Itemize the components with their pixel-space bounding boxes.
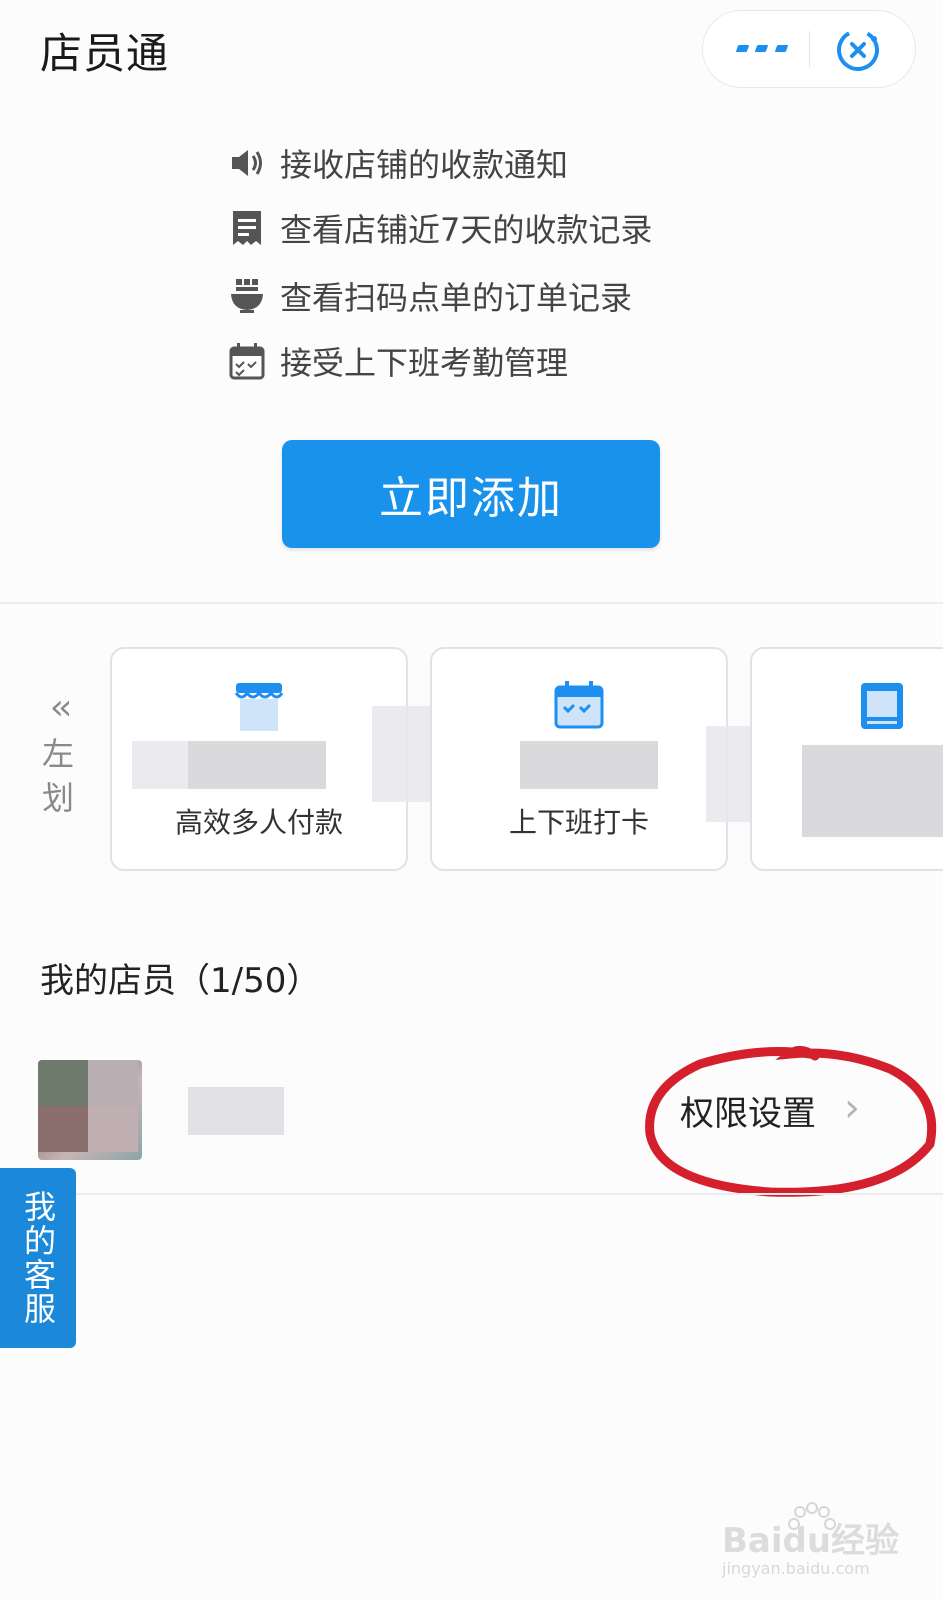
calendar-check-icon	[228, 342, 266, 380]
swipe-left-hint: ‹‹ 左 划	[38, 690, 78, 820]
card-label: 上下班打卡	[508, 806, 649, 839]
speaker-icon	[228, 144, 266, 182]
feature-text: 接收店铺的收款通知	[280, 146, 569, 184]
redacted-region	[520, 741, 658, 789]
redacted-region	[802, 745, 943, 837]
receipt-icon	[228, 209, 266, 247]
capsule-divider	[809, 31, 810, 67]
feature-card[interactable]: 上下班打卡	[430, 647, 728, 871]
feature-text: 接受上下班考勤管理	[280, 344, 569, 382]
double-chevron-left-icon: ‹‹	[49, 687, 73, 728]
divider	[75, 1193, 943, 1195]
baidu-jingyan-watermark: Baidu经验jingyan.baidu.com	[722, 1502, 899, 1578]
permission-settings-link[interactable]: 权限设置	[680, 1086, 816, 1135]
feature-card[interactable]: 高效多人付款	[110, 647, 408, 871]
more-dots-icon[interactable]	[735, 45, 789, 55]
divider	[0, 602, 943, 604]
staff-heading: 我的店员（1/50）	[40, 961, 321, 1001]
tablet-icon	[861, 683, 903, 729]
feature-item: 查看店铺近7天的收款记录	[228, 208, 653, 249]
feature-item: 查看扫码点单的订单记录	[228, 276, 633, 317]
calendar-icon	[554, 681, 604, 729]
customer-service-tab[interactable]: 我的客服	[0, 1168, 76, 1348]
feature-card[interactable]	[750, 647, 943, 871]
feature-item: 接收店铺的收款通知	[228, 143, 569, 184]
card-label: 高效多人付款	[174, 806, 343, 839]
mini-program-capsule	[702, 10, 916, 88]
feature-text: 查看店铺近7天的收款记录	[280, 211, 653, 249]
staff-name-redacted	[188, 1087, 284, 1135]
shop-icon	[234, 683, 284, 731]
close-mini-program-icon[interactable]	[835, 27, 881, 73]
watermark-brand: Baidu经验	[722, 1521, 899, 1561]
swipe-hint-text-top: 左	[41, 735, 74, 773]
redacted-region	[132, 741, 188, 789]
watermark-url: jingyan.baidu.com	[722, 1559, 870, 1578]
chevron-right-icon: ›	[844, 1085, 860, 1131]
feature-item: 接受上下班考勤管理	[228, 341, 569, 382]
avatar	[38, 1060, 142, 1160]
add-now-button[interactable]: 立即添加	[282, 440, 660, 548]
redacted-region	[706, 726, 754, 822]
redacted-region	[188, 741, 326, 789]
feature-text: 查看扫码点单的订单记录	[280, 279, 633, 317]
staff-row[interactable]: 权限设置 ›	[0, 1046, 943, 1197]
food-bowl-icon	[228, 277, 266, 315]
swipe-hint-text-bottom: 划	[41, 779, 74, 817]
page-title: 店员通	[40, 29, 170, 78]
